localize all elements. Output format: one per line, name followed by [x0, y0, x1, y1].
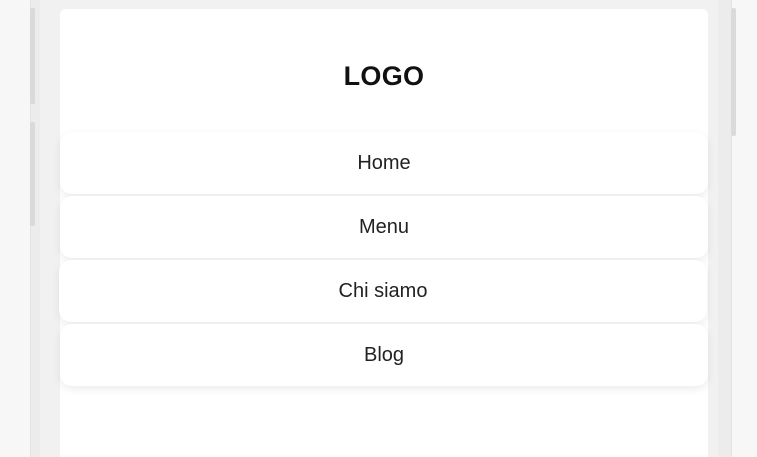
nav-item-menu[interactable]: Menu: [60, 196, 708, 258]
device-side-button: [30, 8, 35, 104]
nav-item-chi-siamo[interactable]: Chi siamo: [59, 260, 707, 322]
nav-item-home[interactable]: Home: [60, 132, 708, 194]
page: LOGO Home Menu Chi siamo Blog: [0, 0, 757, 457]
mobile-menu-screen: LOGO Home Menu Chi siamo Blog: [59, 9, 708, 457]
logo[interactable]: LOGO: [60, 61, 708, 92]
nav-item-blog[interactable]: Blog: [60, 324, 708, 386]
device-side-button: [30, 122, 35, 226]
device-side-button: [731, 8, 736, 136]
